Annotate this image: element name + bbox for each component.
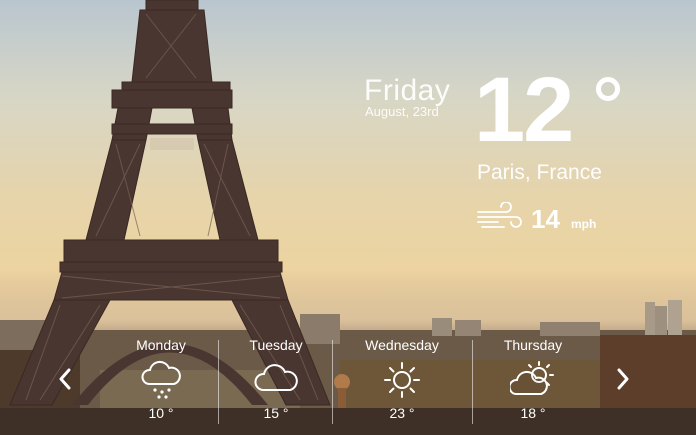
forecast-day-tuesday[interactable]: Tuesday 15 ° [219, 334, 333, 430]
forecast-day-wednesday[interactable]: Wednesday 23 ° [345, 334, 459, 430]
cloud-icon [254, 364, 298, 391]
forecast-day-label: Tuesday [249, 337, 303, 353]
chevron-right-icon[interactable] [612, 364, 634, 394]
current-day: Friday [364, 74, 451, 107]
forecast-temperature: 23 ° [389, 405, 415, 421]
forecast-day-label: Monday [136, 337, 186, 353]
degree-symbol [596, 77, 620, 101]
partly-cloudy-icon [510, 361, 554, 395]
sun-icon [384, 362, 420, 398]
forecast-day-monday[interactable]: Monday 10 ° [104, 334, 218, 430]
forecast-day-thursday[interactable]: Thursday 18 ° [476, 334, 590, 430]
wind-unit: mph [571, 217, 597, 231]
current-date: August, 23rd [365, 104, 439, 119]
forecast-temperature: 15 ° [263, 405, 289, 421]
forecast-temperature: 18 ° [520, 405, 546, 421]
forecast-divider [472, 340, 473, 424]
rain-cloud-icon [141, 360, 181, 399]
location-label: Paris, France [477, 161, 602, 184]
wind-speed: 14 [531, 204, 560, 234]
forecast-temperature: 10 ° [148, 405, 174, 421]
chevron-left-icon[interactable] [54, 364, 76, 394]
forecast-day-label: Thursday [503, 337, 563, 353]
wind-icon [477, 202, 522, 228]
current-temperature: 12 [474, 59, 574, 161]
weather-widget: Friday August, 23rd 12 Paris, France 14 … [0, 0, 696, 435]
forecast-day-label: Wednesday [365, 337, 439, 353]
forecast-divider [332, 340, 333, 424]
